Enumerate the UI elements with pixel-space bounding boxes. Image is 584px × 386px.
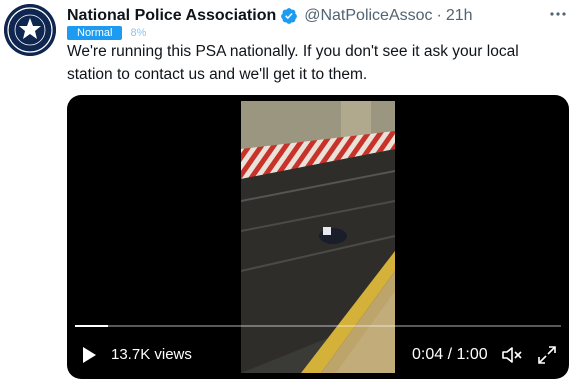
verified-badge-icon bbox=[281, 8, 298, 24]
play-button[interactable] bbox=[79, 345, 99, 365]
muted-speaker-icon bbox=[502, 347, 522, 363]
tweet-header: National Police Association @NatPoliceAs… bbox=[67, 5, 473, 27]
handle[interactable]: @NatPoliceAssoc bbox=[304, 7, 432, 25]
tweet: National Police Association @NatPoliceAs… bbox=[0, 0, 584, 386]
more-options-button[interactable] bbox=[548, 6, 568, 22]
status-badge: Normal bbox=[67, 26, 123, 40]
police-badge-logo bbox=[4, 4, 56, 56]
progress-fill bbox=[75, 325, 108, 327]
mute-button[interactable] bbox=[501, 345, 523, 365]
fullscreen-icon bbox=[538, 346, 556, 364]
view-count: 13.7K views bbox=[111, 346, 192, 363]
subway-scene-image bbox=[241, 101, 395, 373]
display-name[interactable]: National Police Association bbox=[67, 7, 276, 25]
timestamp[interactable]: 21h bbox=[446, 7, 473, 25]
avatar[interactable] bbox=[4, 4, 56, 56]
progress-bar[interactable] bbox=[75, 325, 561, 327]
timecode: 0:04 / 1:00 bbox=[412, 346, 488, 363]
video-player[interactable]: 13.7K views 0:04 / 1:00 bbox=[67, 95, 569, 379]
fullscreen-button[interactable] bbox=[537, 345, 557, 365]
separator-dot: · bbox=[436, 7, 442, 24]
video-frame bbox=[241, 101, 395, 373]
more-dots-icon bbox=[550, 12, 566, 16]
tweet-text: We're running this PSA nationally. If yo… bbox=[67, 43, 519, 83]
play-icon bbox=[83, 347, 96, 363]
badge-row: Normal 8% bbox=[67, 26, 146, 40]
badge-percent: 8% bbox=[130, 27, 147, 39]
